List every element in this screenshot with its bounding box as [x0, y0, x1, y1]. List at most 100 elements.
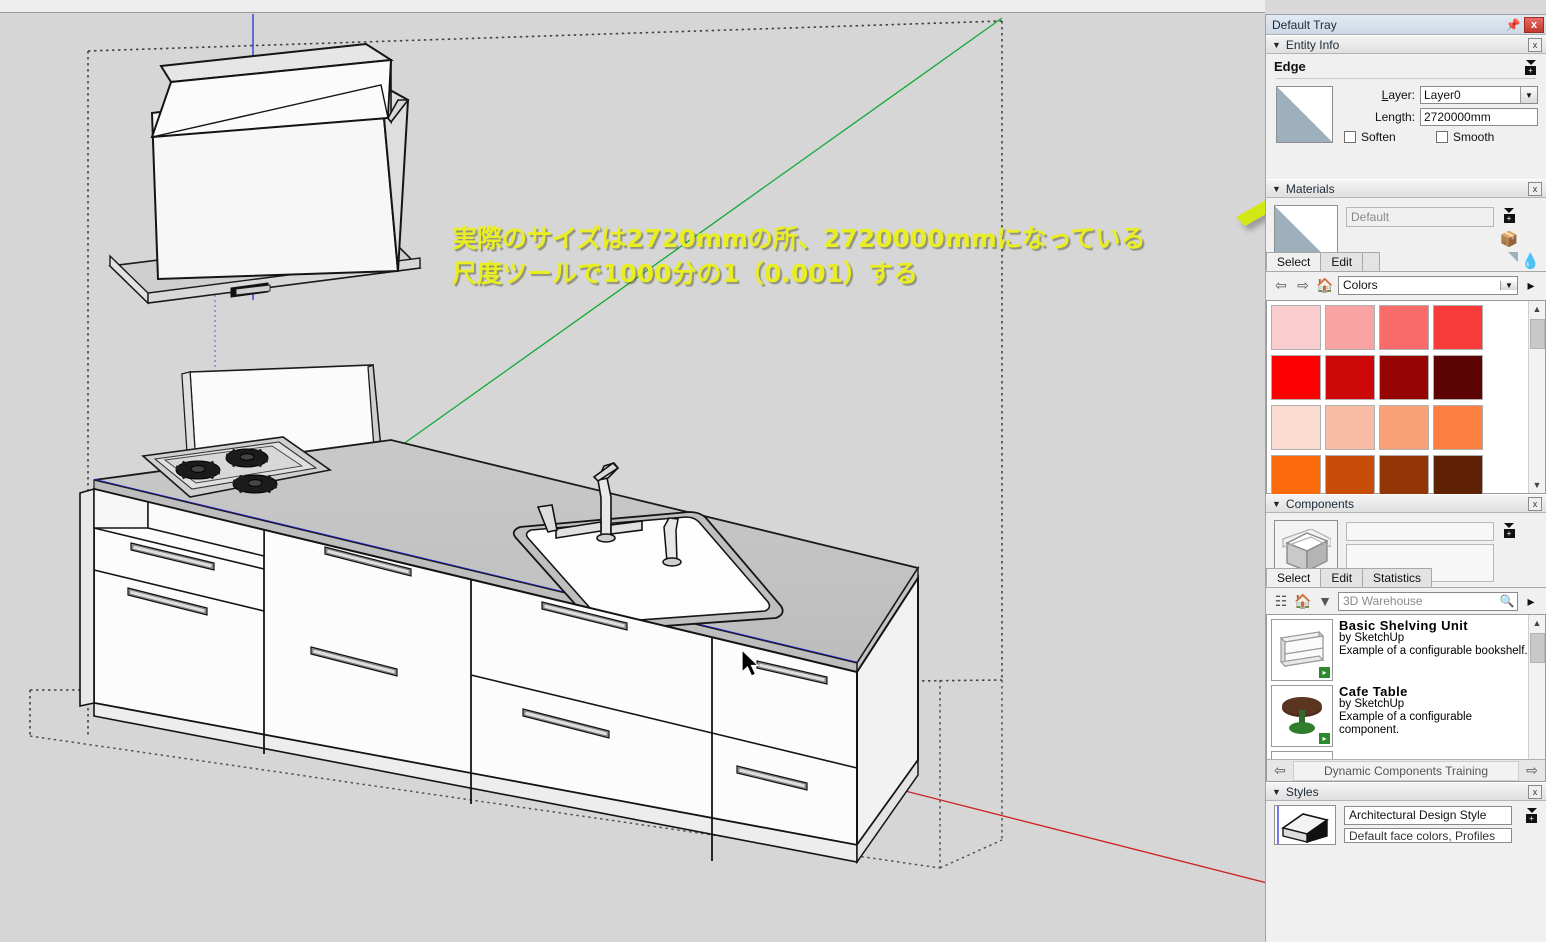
- entity-fields: LLayer:ayer: Layer0 ▼ Length: 2720000mm: [1344, 86, 1538, 130]
- checkbox-box[interactable]: [1344, 131, 1356, 143]
- home-icon[interactable]: 🏠: [1314, 277, 1336, 294]
- material-details-arrow-icon[interactable]: ▸: [1520, 277, 1542, 294]
- scrollbar-thumb[interactable]: [1529, 633, 1545, 663]
- scroll-up-icon[interactable]: ▲: [1529, 301, 1546, 317]
- material-swatch[interactable]: [1379, 405, 1429, 450]
- components-icon-column: +: [1498, 519, 1542, 543]
- magnifier-icon[interactable]: 🔍: [1497, 594, 1517, 608]
- chevron-down-icon[interactable]: ▼: [1314, 593, 1336, 609]
- component-name-field[interactable]: [1346, 522, 1494, 541]
- component-search-input[interactable]: 3D Warehouse 🔍: [1338, 591, 1518, 611]
- tab-materials-edit[interactable]: Edit: [1320, 252, 1364, 271]
- style-description-field[interactable]: Default face colors, Profiles: [1344, 828, 1512, 843]
- tray-title: Default Tray: [1272, 17, 1337, 32]
- styles-header[interactable]: ▼ Styles x: [1266, 782, 1546, 801]
- collapse-triangle-icon: ▼: [1272, 39, 1281, 50]
- swatch-scrollbar[interactable]: ▲ ▼: [1528, 301, 1545, 493]
- expand-details-button[interactable]: +: [1523, 58, 1538, 76]
- material-swatch[interactable]: [1379, 355, 1429, 400]
- view-options-icon[interactable]: ☷: [1270, 593, 1292, 610]
- component-text: Cafe Table by SketchUp Example of a conf…: [1333, 685, 1528, 747]
- component-details-arrow-icon[interactable]: ▸: [1520, 593, 1542, 610]
- material-library-select[interactable]: Colors ▼: [1338, 275, 1518, 295]
- entity-info-title: Entity Info: [1285, 37, 1340, 52]
- checkbox-box[interactable]: [1436, 131, 1448, 143]
- length-input[interactable]: 2720000mm: [1420, 108, 1538, 126]
- materials-tabs: Select Edit: [1266, 252, 1546, 272]
- forward-arrow-icon[interactable]: ⇨: [1292, 277, 1314, 294]
- chevron-down-icon[interactable]: ▼: [1500, 280, 1517, 290]
- components-header[interactable]: ▼ Components x: [1266, 494, 1546, 513]
- style-details-button[interactable]: +: [1524, 806, 1540, 824]
- prev-collection-icon[interactable]: ⇦: [1267, 762, 1293, 779]
- collapse-triangle-icon: ▼: [1272, 183, 1281, 194]
- back-arrow-icon[interactable]: ⇦: [1270, 277, 1292, 294]
- component-list-inner: ▸ Basic Shelving Unit by SketchUp Exampl…: [1267, 615, 1528, 781]
- material-swatch[interactable]: [1271, 305, 1321, 350]
- collapse-triangle-icon: ▼: [1272, 786, 1281, 797]
- eyedropper-icon[interactable]: 💧: [1521, 252, 1540, 270]
- tab-components-select[interactable]: Select: [1266, 568, 1322, 587]
- burner-back: [225, 448, 269, 468]
- material-swatch[interactable]: [1325, 405, 1375, 450]
- material-swatch[interactable]: [1433, 405, 1483, 450]
- material-swatch[interactable]: [1271, 355, 1321, 400]
- tab-materials-spacer: [1362, 252, 1381, 271]
- tray-titlebar: Default Tray 📌 x: [1266, 15, 1546, 35]
- chevron-down-icon[interactable]: ▼: [1520, 87, 1537, 103]
- model-viewport[interactable]: 実際のサイズは2720mmの所、2720000mmになっている 尺度ツールで10…: [0, 0, 1265, 942]
- style-name-field[interactable]: Architectural Design Style: [1344, 806, 1512, 825]
- collapse-triangle-icon: ▼: [1272, 498, 1281, 509]
- scroll-up-icon[interactable]: ▲: [1529, 615, 1546, 631]
- styles-body: Architectural Design Style Default face …: [1266, 801, 1546, 845]
- dynamic-component-badge-icon: ▸: [1319, 733, 1330, 744]
- list-item[interactable]: ▸ Basic Shelving Unit by SketchUp Exampl…: [1267, 615, 1528, 681]
- tab-materials-select[interactable]: Select: [1266, 252, 1322, 271]
- material-swatch[interactable]: [1325, 355, 1375, 400]
- annotation-line-1: 実際のサイズは2720mmの所、2720000mmになっている: [452, 224, 1146, 253]
- components-body: + Select Edit Statistics ☷ 🏠 ▼ 3D Wareho…: [1266, 513, 1546, 614]
- material-swatch[interactable]: [1271, 405, 1321, 450]
- home-icon[interactable]: 🏠: [1292, 593, 1314, 610]
- close-icon[interactable]: x: [1524, 16, 1544, 33]
- entity-material-swatch[interactable]: [1276, 86, 1333, 143]
- smooth-checkbox[interactable]: Smooth: [1436, 130, 1494, 144]
- material-swatch[interactable]: [1433, 355, 1483, 400]
- material-swatch[interactable]: [1325, 305, 1375, 350]
- material-swatch[interactable]: [1379, 305, 1429, 350]
- scrollbar-thumb[interactable]: [1529, 319, 1545, 349]
- component-list-scrollbar[interactable]: ▲ ▼: [1528, 615, 1545, 781]
- tab-components-statistics[interactable]: Statistics: [1362, 568, 1433, 587]
- collection-name[interactable]: Dynamic Components Training: [1293, 760, 1519, 781]
- entity-info-header[interactable]: ▼ Entity Info x: [1266, 35, 1546, 54]
- default-tray-panel: Default Tray 📌 x ▼ Entity Info x Edge + …: [1265, 14, 1546, 942]
- next-collection-icon[interactable]: ⇨: [1519, 762, 1545, 779]
- components-tabs: Select Edit Statistics: [1266, 568, 1546, 588]
- entity-info-close-icon[interactable]: x: [1528, 38, 1542, 52]
- material-details-button[interactable]: +: [1498, 204, 1520, 226]
- divider: [1276, 78, 1536, 79]
- materials-close-icon[interactable]: x: [1528, 182, 1542, 196]
- paint-bucket-icon[interactable]: 📦: [1498, 228, 1520, 250]
- component-collection-bar: ⇦ Dynamic Components Training ⇨: [1267, 759, 1545, 781]
- list-item[interactable]: ▸ Cafe Table by SketchUp Example of a co…: [1267, 681, 1528, 747]
- burner-left: [175, 460, 221, 480]
- search-placeholder: 3D Warehouse: [1343, 594, 1423, 608]
- pin-icon[interactable]: 📌: [1504, 16, 1522, 33]
- material-name-field[interactable]: Default: [1346, 207, 1494, 227]
- materials-header[interactable]: ▼ Materials x: [1266, 179, 1546, 198]
- style-preview-icon[interactable]: [1274, 805, 1336, 845]
- material-swatch[interactable]: [1433, 305, 1483, 350]
- component-text: Basic Shelving Unit by SketchUp Example …: [1333, 619, 1528, 681]
- tab-components-edit[interactable]: Edit: [1320, 568, 1364, 587]
- entity-type-label: Edge: [1274, 59, 1306, 74]
- sketchup-window: 実際のサイズは2720mmの所、2720000mmになっている 尺度ツールで10…: [0, 0, 1546, 942]
- styles-close-icon[interactable]: x: [1528, 785, 1542, 799]
- layer-select[interactable]: Layer0 ▼: [1420, 86, 1538, 104]
- component-name: Cafe Table: [1339, 684, 1408, 699]
- scroll-down-icon[interactable]: ▼: [1529, 477, 1546, 493]
- components-close-icon[interactable]: x: [1528, 497, 1542, 511]
- soften-checkbox[interactable]: Soften: [1344, 130, 1436, 144]
- component-details-button[interactable]: +: [1498, 519, 1520, 541]
- length-row: Length: 2720000mm: [1344, 108, 1538, 126]
